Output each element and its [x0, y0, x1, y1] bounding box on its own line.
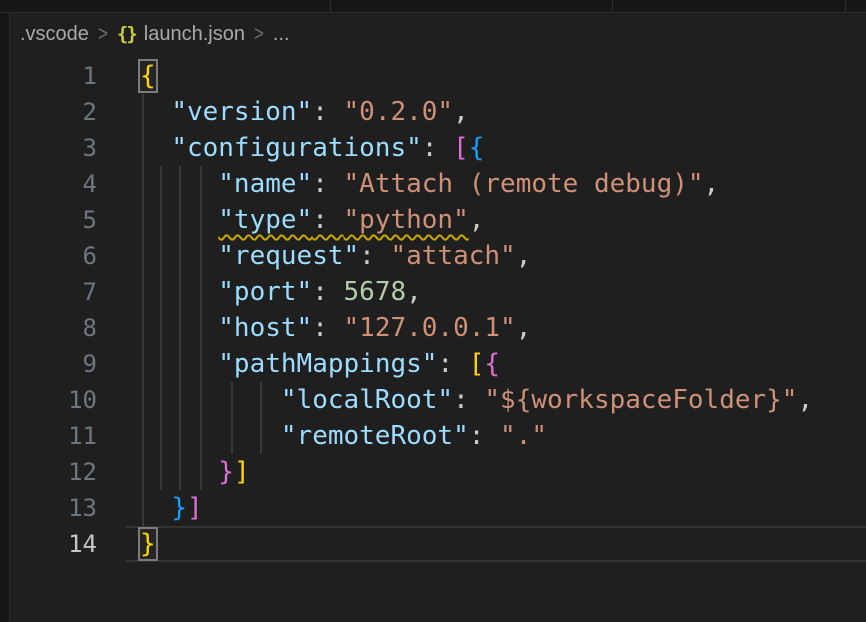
- code-line[interactable]: 4 "name": "Attach (remote debug)",: [0, 166, 866, 202]
- code-text[interactable]: "host": "127.0.0.1",: [140, 310, 531, 346]
- code-line[interactable]: 5 "type": "python",: [0, 202, 866, 238]
- code-line[interactable]: 11 "remoteRoot": ".": [0, 418, 866, 454]
- code-line[interactable]: 3 "configurations": [{: [0, 130, 866, 166]
- code-line[interactable]: 7 "port": 5678,: [0, 274, 866, 310]
- line-number[interactable]: 10: [0, 382, 97, 418]
- code-line[interactable]: 14}: [0, 526, 866, 562]
- code-text[interactable]: "request": "attach",: [140, 238, 531, 274]
- code-text[interactable]: "localRoot": "${workspaceFolder}",: [140, 382, 813, 418]
- line-number[interactable]: 5: [0, 202, 97, 238]
- line-number[interactable]: 4: [0, 166, 97, 202]
- line-number[interactable]: 6: [0, 238, 97, 274]
- code-text[interactable]: {: [140, 58, 156, 94]
- code-text[interactable]: }]: [140, 454, 250, 490]
- line-number[interactable]: 2: [0, 94, 97, 130]
- code-line[interactable]: 1{: [0, 58, 866, 94]
- line-number[interactable]: 11: [0, 418, 97, 454]
- code-editor[interactable]: 1{2 "version": "0.2.0",3 "configurations…: [0, 58, 866, 562]
- code-line[interactable]: 13 }]: [0, 490, 866, 526]
- line-number[interactable]: 14: [0, 526, 97, 562]
- breadcrumb-symbol-more[interactable]: ...: [273, 23, 290, 46]
- code-line[interactable]: 9 "pathMappings": [{: [0, 346, 866, 382]
- code-text[interactable]: "type": "python",: [140, 202, 484, 238]
- code-text[interactable]: "pathMappings": [{: [140, 346, 500, 382]
- chevron-right-icon: >: [98, 22, 108, 47]
- panel-left-edge: [0, 0, 10, 622]
- line-number[interactable]: 7: [0, 274, 97, 310]
- code-text[interactable]: "configurations": [{: [140, 130, 484, 166]
- line-number[interactable]: 13: [0, 490, 97, 526]
- code-line[interactable]: 10 "localRoot": "${workspaceFolder}",: [0, 382, 866, 418]
- code-text[interactable]: "version": "0.2.0",: [140, 94, 469, 130]
- warning-squiggle: "python": [344, 205, 469, 235]
- code-text[interactable]: }]: [140, 490, 203, 526]
- breadcrumb-folder[interactable]: .vscode: [20, 23, 89, 46]
- code-text[interactable]: "port": 5678,: [140, 274, 422, 310]
- chevron-right-icon: >: [254, 22, 264, 47]
- tab-divider: [845, 0, 846, 13]
- breadcrumb: .vscode > {} launch.json > ...: [11, 16, 866, 52]
- line-number[interactable]: 8: [0, 310, 97, 346]
- warning-squiggle: :: [312, 205, 343, 235]
- line-number[interactable]: 9: [0, 346, 97, 382]
- code-line[interactable]: 6 "request": "attach",: [0, 238, 866, 274]
- code-text[interactable]: }: [140, 526, 156, 562]
- json-file-icon: {}: [117, 23, 136, 45]
- code-line[interactable]: 8 "host": "127.0.0.1",: [0, 310, 866, 346]
- current-line-highlight: [126, 526, 866, 562]
- line-number[interactable]: 12: [0, 454, 97, 490]
- code-text[interactable]: "remoteRoot": ".": [140, 418, 547, 454]
- code-text[interactable]: "name": "Attach (remote debug)",: [140, 166, 719, 202]
- code-line[interactable]: 12 }]: [0, 454, 866, 490]
- line-number[interactable]: 1: [0, 58, 97, 94]
- breadcrumb-file[interactable]: launch.json: [144, 23, 245, 46]
- tab-bar: [0, 0, 866, 13]
- warning-squiggle: "type": [218, 205, 312, 235]
- line-number[interactable]: 3: [0, 130, 97, 166]
- tab-divider: [330, 0, 331, 13]
- code-line[interactable]: 2 "version": "0.2.0",: [0, 94, 866, 130]
- tab-divider: [612, 0, 613, 13]
- bracket-match-highlight: }: [140, 529, 156, 559]
- bracket-match-highlight: {: [140, 61, 156, 91]
